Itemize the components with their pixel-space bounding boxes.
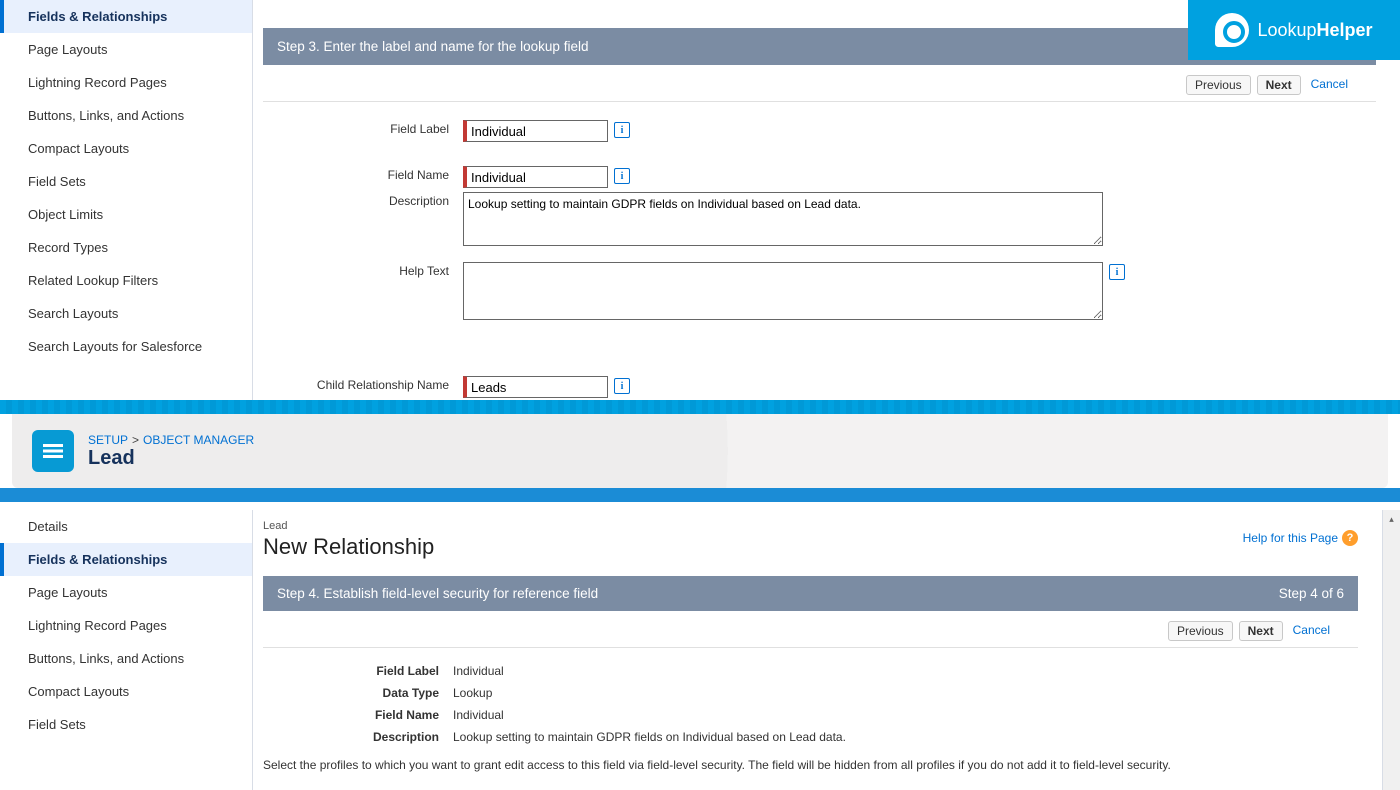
step4-description: Select the profiles to which you want to… [263,758,1358,772]
blue-edge [0,488,1400,502]
lookup-helper-logo: LookupHelper [1188,0,1400,60]
ro-data-type-label: Data Type [263,686,453,700]
sidebar-item-search-layouts-salesforce[interactable]: Search Layouts for Salesforce [0,330,252,363]
next-button[interactable]: Next [1257,75,1301,95]
field-label-input[interactable] [463,120,608,142]
sidebar-item-search-layouts[interactable]: Search Layouts [0,297,252,330]
step4-header: Step 4. Establish field-level security f… [263,576,1358,611]
sidebar-item-page-layouts[interactable]: Page Layouts [0,576,252,609]
lookup-helper-icon [1215,13,1249,47]
object-header: SETUP>OBJECT MANAGER Lead [12,414,1388,488]
help-text-textarea[interactable] [463,262,1103,320]
breadcrumb-setup[interactable]: SETUP [88,433,128,447]
breadcrumb: SETUP>OBJECT MANAGER [88,433,254,447]
child-relationship-label: Child Relationship Name [263,376,463,398]
object-title: Lead [88,447,254,470]
help-for-this-page[interactable]: Help for this Page ? [1243,530,1358,546]
sidebar-item-lightning-record-pages[interactable]: Lightning Record Pages [0,609,252,642]
ro-description-value: Lookup setting to maintain GDPR fields o… [453,730,846,744]
info-icon[interactable]: i [614,378,630,394]
description-textarea[interactable] [463,192,1103,246]
previous-button[interactable]: Previous [1168,621,1233,641]
help-icon: ? [1342,530,1358,546]
help-text-label: Help Text [263,262,463,320]
sidebar-item-lightning-record-pages[interactable]: Lightning Record Pages [0,66,252,99]
sidebar-top: Fields & Relationships Page Layouts Ligh… [0,0,253,400]
sidebar-item-fields-relationships[interactable]: Fields & Relationships [0,543,252,576]
sidebar-item-related-lookup-filters[interactable]: Related Lookup Filters [0,264,252,297]
sidebar-item-field-sets[interactable]: Field Sets [0,165,252,198]
info-icon[interactable]: i [614,122,630,138]
info-icon[interactable]: i [1109,264,1125,280]
breadcrumb-object-manager[interactable]: OBJECT MANAGER [143,433,254,447]
cancel-link[interactable]: Cancel [1307,75,1352,95]
ro-field-label-label: Field Label [263,664,453,678]
next-button[interactable]: Next [1239,621,1283,641]
cancel-link[interactable]: Cancel [1289,621,1334,641]
sidebar-bottom: Details Fields & Relationships Page Layo… [0,510,253,790]
child-relationship-input[interactable] [463,376,608,398]
field-name-label: Field Name [263,166,463,188]
ro-field-name-label: Field Name [263,708,453,722]
object-icon [32,430,74,472]
scroll-up-icon[interactable]: ▴ [1383,510,1400,528]
ro-field-name-value: Individual [453,708,504,722]
sidebar-item-fields-relationships[interactable]: Fields & Relationships [0,0,252,33]
sidebar-item-field-sets[interactable]: Field Sets [0,708,252,741]
previous-button[interactable]: Previous [1186,75,1251,95]
sidebar-item-details[interactable]: Details [0,510,252,543]
ro-data-type-value: Lookup [453,686,492,700]
field-label-label: Field Label [263,120,463,142]
sidebar-item-page-layouts[interactable]: Page Layouts [0,33,252,66]
field-name-input[interactable] [463,166,608,188]
sidebar-item-buttons-links-actions[interactable]: Buttons, Links, and Actions [0,642,252,675]
scrollbar[interactable]: ▴ [1382,510,1400,790]
sidebar-item-object-limits[interactable]: Object Limits [0,198,252,231]
ro-field-label-value: Individual [453,664,504,678]
sidebar-item-record-types[interactable]: Record Types [0,231,252,264]
step-progress: Step 4 of 6 [1279,586,1344,601]
sidebar-item-buttons-links-actions[interactable]: Buttons, Links, and Actions [0,99,252,132]
description-label: Description [263,192,463,246]
info-icon[interactable]: i [614,168,630,184]
page-subtitle: Lead [263,520,1358,532]
sidebar-item-compact-layouts[interactable]: Compact Layouts [0,132,252,165]
sidebar-item-compact-layouts[interactable]: Compact Layouts [0,675,252,708]
divider [0,400,1400,414]
page-title: New Relationship [263,534,1358,560]
ro-description-label: Description [263,730,453,744]
